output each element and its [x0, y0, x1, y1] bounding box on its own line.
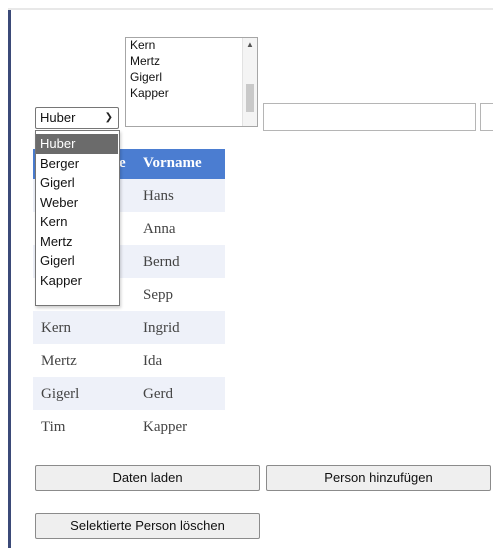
cell-name: Mertz: [41, 353, 77, 369]
delete-selected-person-button[interactable]: Selektierte Person löschen: [35, 513, 260, 539]
chevron-down-icon: ❯: [104, 112, 113, 123]
select-dropdown-list[interactable]: Huber Berger Gigerl Weber Kern Mertz Gig…: [35, 130, 120, 306]
dropdown-option[interactable]: Berger: [36, 154, 119, 174]
cell-name: Kern: [41, 320, 71, 336]
listbox-option[interactable]: Kapper: [126, 86, 257, 102]
name-input[interactable]: [263, 103, 476, 131]
name-select[interactable]: Huber ❯: [35, 107, 119, 129]
listbox-option[interactable]: Mertz: [126, 54, 257, 70]
dropdown-option[interactable]: Mertz: [36, 232, 119, 252]
cell-vorname: Bernd: [143, 254, 180, 270]
listbox-scrollbar[interactable]: ▲: [242, 38, 257, 126]
cell-name: Tim: [41, 419, 66, 435]
cell-vorname: Sepp: [143, 287, 173, 303]
dropdown-option[interactable]: Kapper: [36, 271, 119, 291]
cell-vorname: Kapper: [143, 419, 188, 435]
cell-vorname: Anna: [143, 221, 176, 237]
select-value: Huber: [40, 110, 76, 125]
vorname-input[interactable]: [480, 103, 493, 131]
add-person-button[interactable]: Person hinzufügen: [266, 465, 491, 491]
scroll-up-arrow-icon[interactable]: ▲: [246, 40, 254, 49]
cell-vorname: Ida: [143, 353, 163, 369]
left-border: [8, 10, 11, 548]
name-listbox[interactable]: Kern Mertz Gigerl Kapper ▲: [125, 37, 258, 127]
dropdown-option[interactable]: Gigerl: [36, 251, 119, 271]
dropdown-option-selected[interactable]: Huber: [36, 134, 118, 154]
table-row[interactable]: Mertz Ida: [33, 344, 225, 377]
table-row[interactable]: Tim Kapper: [33, 410, 225, 443]
cell-vorname: Ingrid: [143, 320, 180, 336]
listbox-option[interactable]: Gigerl: [126, 70, 257, 86]
column-header-name: e: [119, 155, 126, 171]
top-divider: [8, 8, 493, 10]
scrollbar-thumb[interactable]: [246, 84, 254, 112]
dropdown-option[interactable]: Gigerl: [36, 173, 119, 193]
dropdown-option[interactable]: Kern: [36, 212, 119, 232]
cell-name: Gigerl: [41, 386, 80, 402]
dropdown-option[interactable]: Weber: [36, 193, 119, 213]
table-row[interactable]: Gigerl Gerd: [33, 377, 225, 410]
load-data-button[interactable]: Daten laden: [35, 465, 260, 491]
table-row[interactable]: Kern Ingrid: [33, 311, 225, 344]
listbox-option[interactable]: Kern: [126, 38, 257, 54]
column-header-vorname: Vorname: [143, 155, 202, 171]
cell-vorname: Hans: [143, 188, 174, 204]
cell-vorname: Gerd: [143, 386, 173, 402]
